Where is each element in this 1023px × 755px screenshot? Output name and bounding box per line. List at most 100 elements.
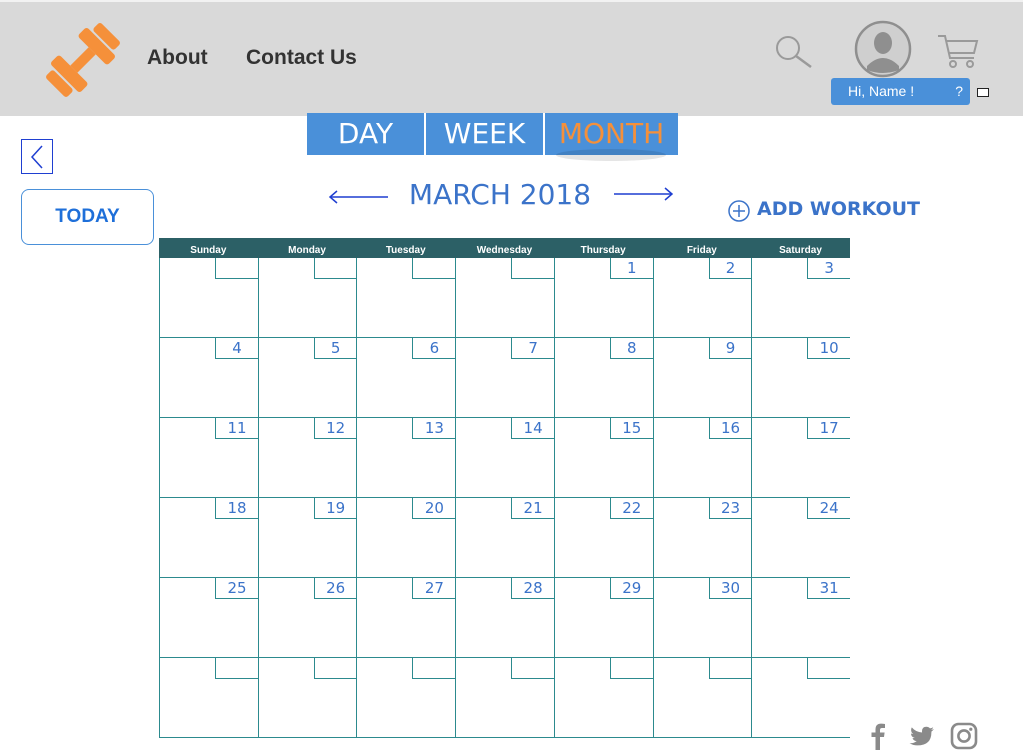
day-cell[interactable] (257, 258, 357, 338)
day-cell[interactable]: 19 (257, 498, 357, 578)
dumbbell-logo[interactable] (38, 20, 128, 100)
day-number: 19 (313, 498, 357, 519)
day-cell[interactable]: 5 (257, 338, 357, 418)
day-number (313, 258, 357, 279)
day-cell[interactable]: 11 (159, 418, 258, 498)
day-cell[interactable]: 30 (652, 578, 752, 658)
day-cell[interactable] (159, 658, 258, 738)
day-cell[interactable]: 4 (159, 338, 258, 418)
day-number: 16 (708, 418, 752, 439)
user-menu-button[interactable]: Hi, Name ! ? (831, 78, 970, 105)
day-cell[interactable]: 12 (257, 418, 357, 498)
day-number: 11 (215, 418, 258, 439)
active-tab-shadow (556, 149, 666, 161)
search-icon[interactable] (773, 34, 815, 70)
day-cell[interactable] (159, 258, 258, 338)
day-cell[interactable] (257, 658, 357, 738)
day-cell[interactable]: 25 (159, 578, 258, 658)
twitter-icon[interactable] (908, 722, 936, 750)
day-number: 6 (412, 338, 456, 359)
day-cell[interactable]: 20 (356, 498, 456, 578)
day-cell[interactable]: 23 (652, 498, 752, 578)
instagram-icon[interactable] (950, 722, 978, 750)
day-number: 31 (807, 578, 850, 599)
day-cell[interactable]: 7 (455, 338, 555, 418)
day-cell[interactable]: 9 (652, 338, 752, 418)
weekday-label: Friday (686, 245, 717, 256)
calendar-grid: 1 2 3 4 5 6 7 8 9 10 11 12 13 14 15 16 17 18 19 20 21 22 23 24 2… (159, 258, 850, 738)
nav-about[interactable]: About (147, 46, 208, 70)
day-cell[interactable]: 16 (652, 418, 752, 498)
add-workout-label: ADD WORKOUT (757, 198, 921, 220)
day-cell[interactable]: 10 (751, 338, 850, 418)
weekday-label: Tuesday (385, 245, 426, 256)
weekday-label: Thursday (580, 245, 626, 256)
day-cell[interactable] (356, 658, 456, 738)
day-cell[interactable]: 27 (356, 578, 456, 658)
day-cell[interactable] (652, 658, 752, 738)
back-button[interactable] (21, 139, 53, 174)
day-number: 29 (609, 578, 653, 599)
tab-day[interactable]: DAY (307, 113, 424, 155)
day-cell[interactable] (455, 658, 555, 738)
day-cell[interactable] (553, 658, 653, 738)
chevron-left-icon (30, 145, 43, 169)
day-cell[interactable]: 2 (652, 258, 752, 338)
day-number: 23 (708, 498, 752, 519)
tab-week[interactable]: WEEK (426, 113, 543, 155)
day-cell[interactable]: 13 (356, 418, 456, 498)
day-cell[interactable]: 21 (455, 498, 555, 578)
day-cell[interactable]: 24 (751, 498, 850, 578)
day-number: 20 (412, 498, 456, 519)
user-avatar[interactable] (854, 20, 912, 78)
day-cell[interactable] (751, 658, 850, 738)
prev-month-arrow[interactable] (328, 187, 390, 207)
top-header: About Contact Us Hi, Name ! ? (0, 0, 1023, 116)
small-checkbox[interactable] (977, 88, 989, 97)
day-number: 13 (412, 418, 456, 439)
day-number: 18 (215, 498, 258, 519)
day-cell[interactable]: 26 (257, 578, 357, 658)
day-cell[interactable]: 14 (455, 418, 555, 498)
help-icon[interactable]: ? (955, 83, 963, 99)
plus-circle-icon (728, 200, 750, 222)
day-number: 15 (609, 418, 653, 439)
day-number (511, 258, 555, 279)
day-number: 28 (511, 578, 555, 599)
day-cell[interactable]: 18 (159, 498, 258, 578)
today-button[interactable]: TODAY (21, 189, 154, 245)
day-cell[interactable]: 6 (356, 338, 456, 418)
day-cell[interactable]: 22 (553, 498, 653, 578)
day-cell[interactable]: 29 (553, 578, 653, 658)
day-cell[interactable]: 17 (751, 418, 850, 498)
day-number: 25 (215, 578, 258, 599)
day-cell[interactable]: 8 (553, 338, 653, 418)
day-number (412, 258, 456, 279)
day-number: 12 (313, 418, 357, 439)
day-cell[interactable]: 28 (455, 578, 555, 658)
day-number: 30 (708, 578, 752, 599)
day-cell[interactable] (455, 258, 555, 338)
day-number: 5 (313, 338, 357, 359)
facebook-icon[interactable] (868, 722, 888, 750)
day-cell[interactable] (356, 258, 456, 338)
day-number: 8 (609, 338, 653, 359)
day-cell[interactable]: 31 (751, 578, 850, 658)
user-greeting: Hi, Name ! (848, 83, 915, 99)
month-title: MARCH 2018 (408, 178, 592, 211)
day-number: 2 (708, 258, 752, 279)
day-cell[interactable]: 1 (553, 258, 653, 338)
day-number (215, 258, 258, 279)
day-number (708, 658, 752, 679)
weekday-label: Sunday (190, 245, 227, 256)
day-number: 22 (609, 498, 653, 519)
day-number: 17 (807, 418, 850, 439)
day-number (511, 658, 555, 679)
next-month-arrow[interactable] (612, 184, 674, 204)
day-number (412, 658, 456, 679)
day-number: 10 (807, 338, 850, 359)
nav-contact-us[interactable]: Contact Us (246, 46, 357, 70)
day-cell[interactable]: 3 (751, 258, 850, 338)
day-cell[interactable]: 15 (553, 418, 653, 498)
cart-icon[interactable] (936, 32, 980, 70)
